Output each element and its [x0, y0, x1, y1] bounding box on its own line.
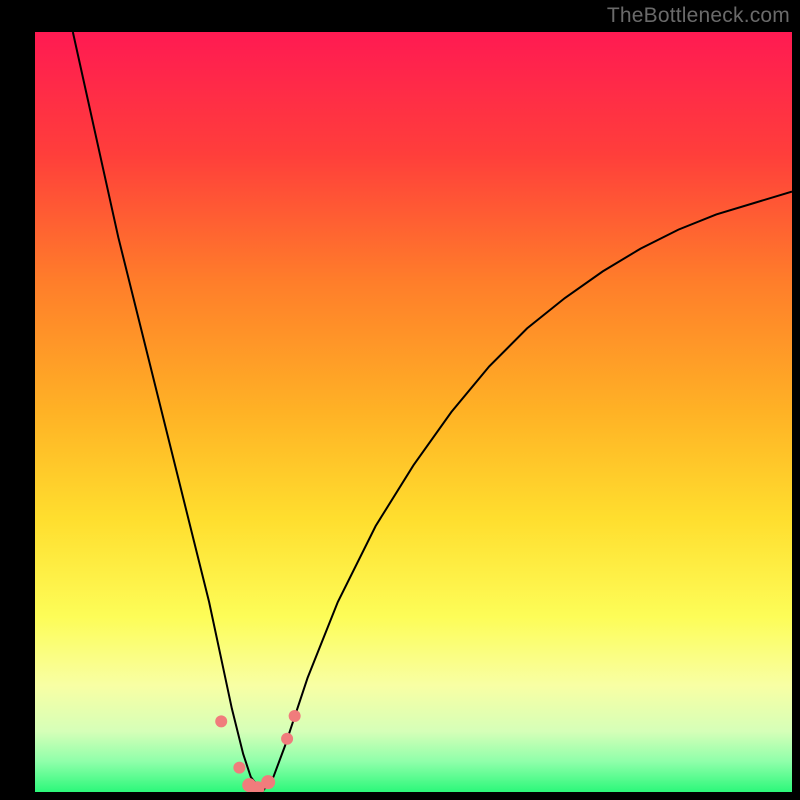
- watermark-text: TheBottleneck.com: [607, 4, 790, 28]
- marker-point: [261, 775, 275, 789]
- gradient-background: [35, 32, 792, 792]
- marker-point: [233, 762, 245, 774]
- chart-container: TheBottleneck.com: [0, 0, 800, 800]
- bottleneck-curve-chart: [35, 32, 792, 792]
- plot-frame: [35, 32, 792, 792]
- marker-point: [215, 715, 227, 727]
- marker-point: [281, 733, 293, 745]
- marker-point: [289, 710, 301, 722]
